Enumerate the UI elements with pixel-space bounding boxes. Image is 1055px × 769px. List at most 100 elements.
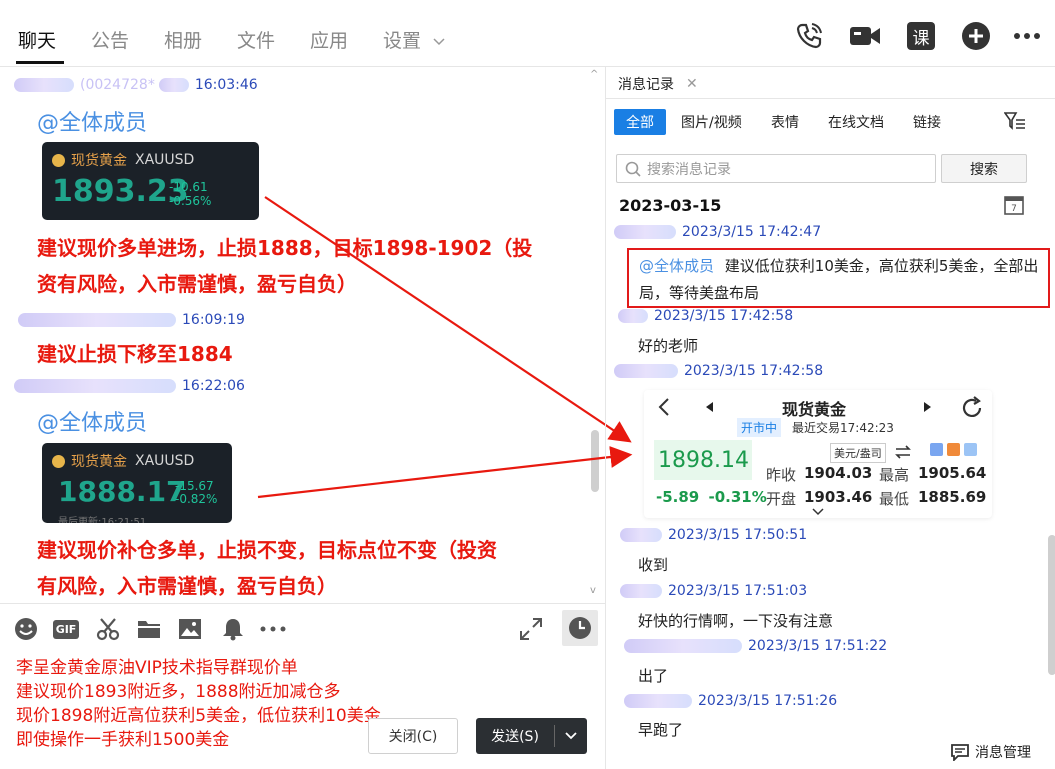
quote-change-value: -5.89 [656,488,700,506]
divider [606,98,1055,99]
scroll-down-arrow[interactable]: v [590,585,596,596]
compose-text[interactable]: 李呈金黄金原油VIP技术指导群现价单 建议现价1893附近多，1888附近加减仓… [16,656,381,752]
record-meta: 2023/3/15 17:42:58 [614,363,823,379]
video-camera-icon[interactable] [848,19,882,53]
blurred-sender-name [14,379,176,393]
open-label: 开盘 [766,490,797,508]
phone-icon[interactable] [792,19,826,53]
filter-links[interactable]: 链接 [913,109,941,135]
message-line: 建议现价多单进场，止损1888，目标1898-1902（投 [37,236,533,260]
send-options-dropdown[interactable] [555,732,587,740]
gif-icon[interactable]: GIF [52,616,80,642]
high-label: 最高 [879,466,910,484]
search-button[interactable]: 搜索 [941,154,1027,183]
send-button[interactable]: 发送(S) [476,718,587,754]
add-circle-icon[interactable] [959,19,993,53]
tab-chat[interactable]: 聊天 [18,26,56,53]
record-meta: 2023/3/15 17:51:22 [624,638,887,654]
more-icon[interactable] [260,616,286,642]
alert-badge-icon [964,443,977,456]
filter-all[interactable]: 全部 [614,109,666,135]
info-badge-icon [947,443,960,456]
refresh-icon[interactable] [960,396,984,420]
record-text: 收到 [638,556,669,574]
back-icon[interactable] [658,398,670,416]
scissors-icon[interactable] [95,616,121,642]
history-title: 消息记录 [618,77,674,93]
search-input[interactable]: 搜索消息记录 [616,154,936,183]
blurred-sender-name [624,694,692,708]
blurred-sender-name [620,584,662,598]
mention-all[interactable]: @全体成员 [37,405,147,437]
expand-icon[interactable] [518,616,544,642]
blurred-sender-name [620,528,662,542]
close-button[interactable]: 关闭(C) [368,718,458,754]
last-trade-time: 最近交易17:42:23 [792,421,894,435]
currency-unit[interactable]: 美元/盎司 [830,443,886,463]
record-time: 2023/3/15 17:42:58 [654,308,794,324]
record-time: 2023/3/15 17:51:26 [698,693,838,709]
chat-message-list[interactable]: (0024728* 16:03:46 @全体成员 现货黄金 XAUUSD 189… [0,67,605,603]
chat-scrollbar[interactable] [591,430,599,492]
sender-id-partial: (0024728* [80,77,155,93]
compose-line: 现价1898附近高位获利5美金，低位获利10美金 [16,706,381,726]
card-change-pct: -0.82% [175,492,218,506]
message-management-button[interactable]: 消息管理 [950,742,1031,762]
gold-coin-icon [52,454,65,468]
top-bar: 聊天 公告 相册 文件 应用 设置 课 [0,0,1055,67]
tab-album[interactable]: 相册 [164,26,202,53]
history-scrollbar[interactable] [1048,535,1055,675]
prev-close-label: 昨收 [766,466,797,484]
tab-apps[interactable]: 应用 [310,26,348,53]
filter-media[interactable]: 图片/视频 [681,109,742,135]
filter-stickers[interactable]: 表情 [771,109,799,135]
low-label: 最低 [879,490,910,508]
message-history-panel: 消息记录 ✕ 全部 图片/视频 表情 在线文档 链接 搜索消息记录 搜索 202… [605,67,1055,769]
compose-line: 即使操作一手获利1500美金 [16,730,230,750]
message-line: 资有风险，入市需谨慎，盈亏自负） [37,272,357,296]
gold-coin-icon [52,153,65,167]
quote-title: 现货黄金 [782,400,847,419]
expand-chevron-icon[interactable] [812,508,824,516]
blurred-sender-name [158,78,189,92]
message-time: 16:03:46 [194,77,258,93]
message-input-area: GIF 李呈金黄金原油VIP技术指导群现价单 建议现价1893附近多，1888附… [0,603,605,769]
tab-message-history[interactable]: 消息记录 ✕ [618,74,698,94]
close-icon[interactable]: ✕ [686,76,698,92]
message-text: 建议止损下移至1884 [37,342,233,366]
high-value: 1905.64 [918,464,987,482]
record-text: 早跑了 [638,721,684,739]
compose-line: 建议现价1893附近多，1888附近加减仓多 [16,682,341,702]
tab-files[interactable]: 文件 [237,26,275,53]
gold-quote-card[interactable]: 现货黄金 开市中 最近交易17:42:23 1898.14 -5.89 -0.3… [644,390,992,518]
tab-announcement[interactable]: 公告 [91,26,129,53]
prev-icon[interactable] [706,402,714,412]
message-line: 建议现价补仓多单，止损不变，目标点位不变（投资 [37,538,497,562]
tab-settings[interactable]: 设置 [383,26,445,53]
bell-icon[interactable] [220,616,246,642]
filter-online-docs[interactable]: 在线文档 [828,109,884,135]
quote-card-image[interactable]: 现货黄金 XAUUSD 1893.23 -10.61 -0.56% [42,142,259,220]
next-icon[interactable] [924,402,932,412]
message-management-icon [951,744,969,761]
search-icon [625,161,641,177]
history-icon[interactable] [562,610,598,646]
scroll-up-arrow[interactable]: ^ [590,69,598,80]
quote-card-image[interactable]: 现货黄金 XAUUSD 1888.17 -15.67 -0.82% 最后更新:1… [42,443,232,523]
card-price: 1888.17 [58,475,186,508]
blurred-sender-name [614,364,678,378]
course-icon[interactable]: 课 [904,19,938,53]
emoji-icon[interactable] [13,616,39,642]
more-icon[interactable] [1010,19,1044,53]
image-icon[interactable] [177,616,203,642]
compose-line: 李呈金黄金原油VIP技术指导群现价单 [16,658,298,678]
swap-icon[interactable] [894,445,912,459]
message-time: 16:09:19 [182,312,245,328]
message-sender-line: 16:09:19 [18,310,245,330]
filter-settings-icon[interactable] [1004,111,1026,131]
calendar-icon[interactable]: 7 [1004,194,1024,215]
folder-icon[interactable] [136,616,162,642]
card-symbol: XAUUSD [135,152,195,168]
mention-all[interactable]: @全体成员 [37,105,147,137]
mention-all[interactable]: @全体成员 [639,257,714,275]
